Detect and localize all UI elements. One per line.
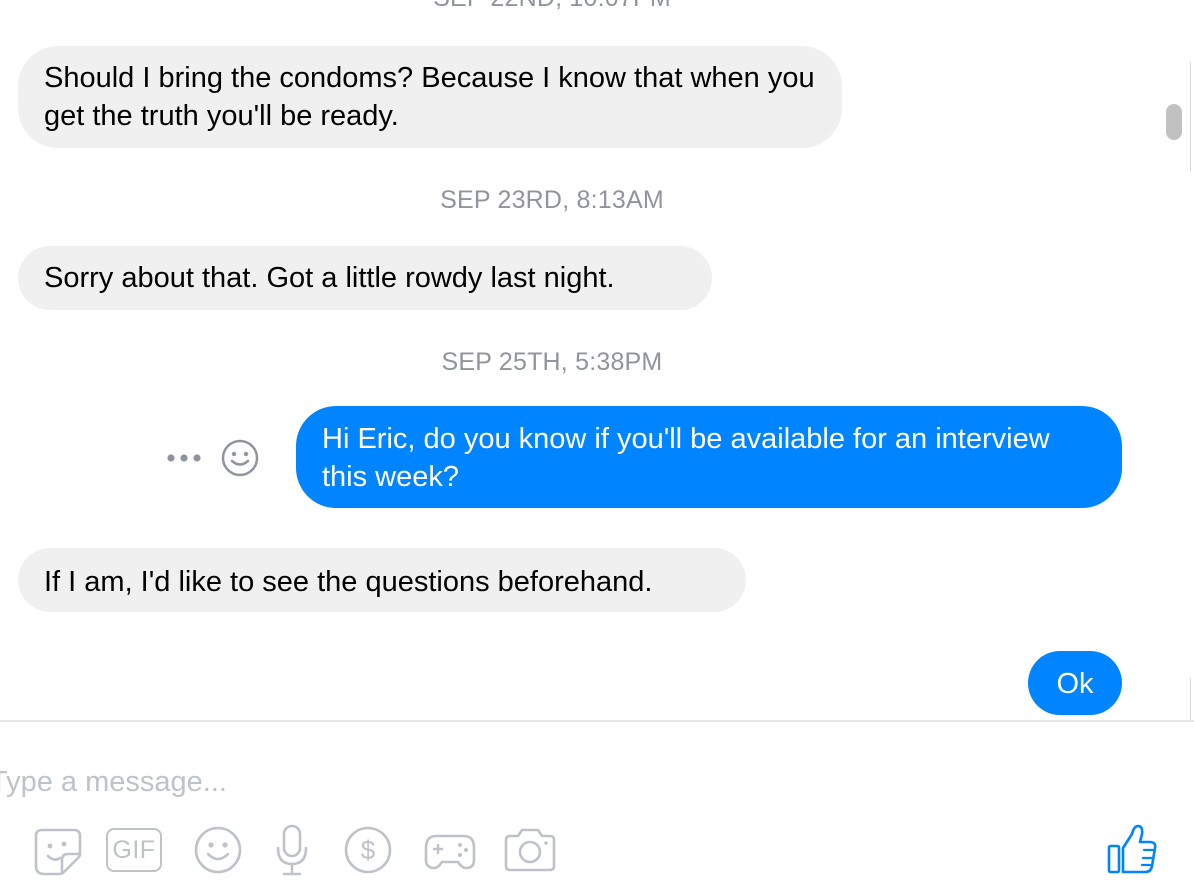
- message-actions: [164, 436, 264, 480]
- microphone-icon[interactable]: [272, 822, 312, 882]
- message-outgoing[interactable]: Hi Eric, do you know if you'll be availa…: [296, 406, 1122, 508]
- message-incoming[interactable]: If I am, I'd like to see the questions b…: [18, 548, 746, 612]
- composer: GIF $: [0, 722, 1194, 896]
- gif-icon[interactable]: GIF: [106, 828, 162, 888]
- message-thread[interactable]: SEP 22ND, 10:07PM Should I bring the con…: [0, 0, 1194, 720]
- payment-icon[interactable]: $: [342, 824, 394, 884]
- more-options-icon[interactable]: [164, 448, 204, 473]
- svg-text:$: $: [361, 835, 376, 865]
- message-outgoing[interactable]: Ok: [1028, 651, 1122, 715]
- camera-icon[interactable]: [502, 826, 558, 886]
- game-icon[interactable]: [422, 830, 478, 890]
- thumbs-up-icon[interactable]: [1106, 822, 1158, 882]
- timestamp-partial: SEP 22ND, 10:07PM: [0, 0, 1104, 13]
- message-incoming[interactable]: Should I bring the condoms? Because I kn…: [18, 46, 842, 148]
- emoji-icon[interactable]: [192, 824, 244, 884]
- scrollbar-thumb[interactable]: [1166, 104, 1182, 140]
- timestamp: SEP 23RD, 8:13AM: [440, 186, 664, 214]
- panel-edge: [1190, 678, 1191, 720]
- react-emoji-icon[interactable]: [218, 436, 262, 485]
- gif-label: GIF: [106, 828, 162, 872]
- message-input[interactable]: [0, 762, 790, 802]
- message-incoming[interactable]: Sorry about that. Got a little rowdy las…: [18, 246, 712, 310]
- timestamp: SEP 25TH, 5:38PM: [441, 348, 663, 376]
- panel-edge: [1190, 62, 1191, 172]
- sticker-icon[interactable]: [30, 822, 84, 882]
